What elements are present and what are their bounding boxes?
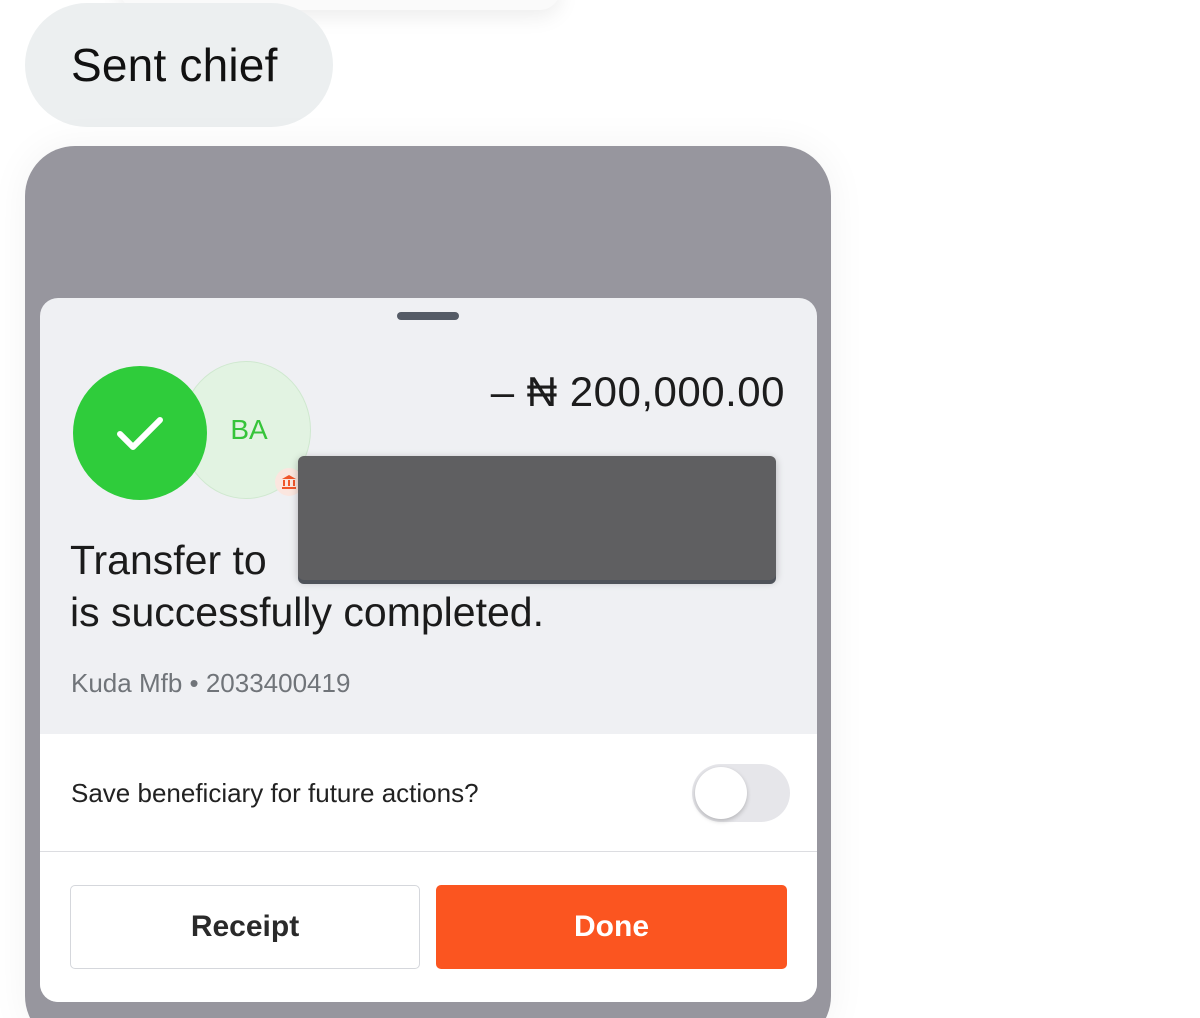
transfer-message-line2: is successfully completed. (70, 589, 544, 635)
attached-screenshot[interactable]: – ₦ 200,000.00 BA Transfer to is success… (25, 146, 831, 1018)
save-beneficiary-row: Save beneficiary for future actions? (40, 734, 817, 852)
page: Sent chief – ₦ 200,000.00 BA Transfer to… (0, 0, 1200, 1018)
action-footer: Receipt Done (40, 852, 817, 1002)
redaction-block (298, 456, 776, 580)
drag-handle[interactable] (397, 312, 459, 320)
chat-message-bubble[interactable]: Sent chief (25, 3, 333, 127)
chat-message-text: Sent chief (71, 39, 278, 91)
done-button[interactable]: Done (436, 885, 787, 969)
save-beneficiary-toggle[interactable] (692, 764, 790, 822)
toggle-knob (695, 767, 747, 819)
success-badge (73, 366, 207, 500)
recipient-bank-info: Kuda Mfb • 2033400419 (71, 668, 351, 698)
receipt-button[interactable]: Receipt (70, 885, 420, 969)
recipient-initials: BA (230, 414, 268, 445)
transfer-amount: – ₦ 200,000.00 (490, 368, 785, 415)
bank-icon (282, 475, 296, 489)
save-beneficiary-label: Save beneficiary for future actions? (71, 778, 479, 808)
transfer-success-sheet: – ₦ 200,000.00 BA Transfer to is success… (40, 298, 817, 1002)
checkmark-icon (117, 417, 163, 450)
